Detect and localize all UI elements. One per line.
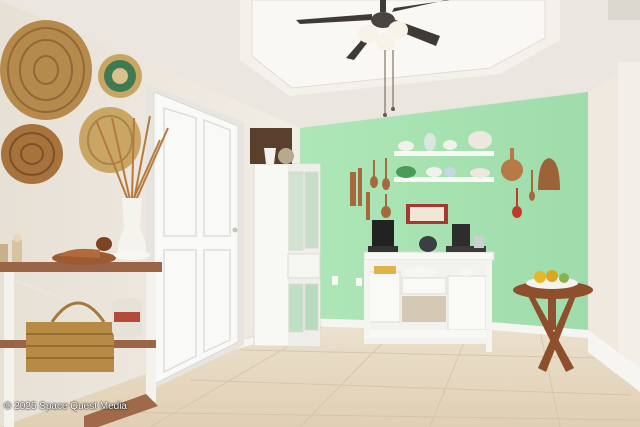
room-scene — [0, 0, 640, 427]
woven-wall-basket-large — [0, 20, 92, 120]
teapot-top — [278, 148, 294, 164]
white-china-hutch — [253, 163, 321, 347]
white-bowl — [114, 250, 150, 260]
glass-cup — [474, 236, 484, 248]
framed-picture-red — [406, 204, 448, 224]
white-pitcher — [264, 148, 276, 164]
coffee-maker-left — [368, 220, 398, 252]
teapot-large — [468, 131, 492, 149]
yellow-basket — [374, 266, 396, 274]
wall-outlet — [332, 276, 338, 285]
woven-wall-plate-green — [98, 54, 142, 98]
small-cup — [458, 268, 474, 276]
watermark: © 2025 Space Quest Media — [4, 401, 127, 412]
wall-outlet-right — [356, 278, 362, 286]
ceramic-jar — [112, 298, 142, 338]
ceiling-vent — [608, 0, 640, 20]
woven-wall-basket-small — [1, 124, 63, 184]
glass-jar — [424, 133, 436, 151]
woven-wall-plate-tan — [79, 107, 141, 173]
white-door — [146, 84, 244, 392]
coffee-canister — [419, 236, 437, 252]
green-kettle — [396, 166, 416, 178]
white-plates — [404, 267, 436, 277]
door-knob — [232, 227, 238, 233]
white-teapot — [398, 141, 414, 151]
